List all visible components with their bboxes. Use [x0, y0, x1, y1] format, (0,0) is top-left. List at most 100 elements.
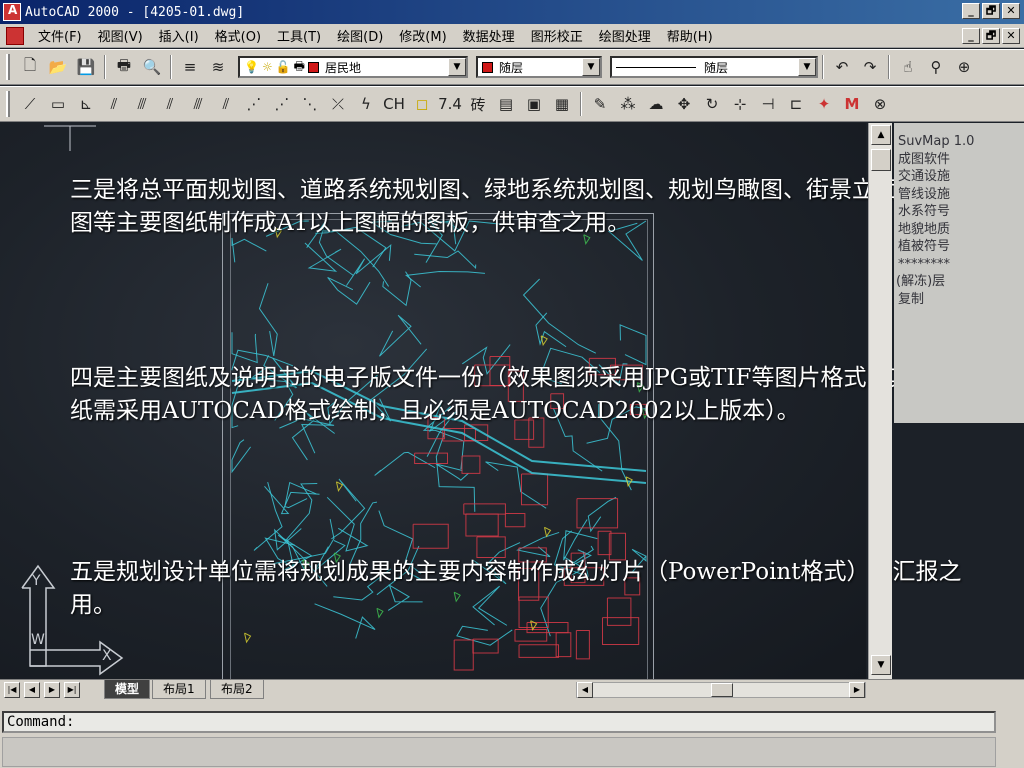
layer-combo[interactable]: 💡 ☼ 🔓 🖶 居民地 ▼	[238, 56, 468, 78]
redo-icon[interactable]: ↷	[858, 55, 882, 79]
panel-item[interactable]: SuvMap 1.0	[898, 133, 1024, 151]
chevron-down-icon[interactable]: ▼	[582, 58, 600, 76]
menu-format[interactable]: 格式(O)	[207, 26, 269, 45]
menu-insert[interactable]: 插入(I)	[151, 26, 207, 45]
cloud-icon[interactable]: ☁	[644, 92, 668, 116]
menu-data-processing[interactable]: 数据处理	[455, 26, 523, 45]
tab-layout1[interactable]: 布局1	[152, 680, 206, 699]
shape-icon[interactable]: ⊾	[74, 92, 98, 116]
close-button[interactable]: ✕	[1002, 3, 1020, 19]
linetype-value: 随层	[704, 60, 729, 75]
ch-label-icon[interactable]: CH	[382, 92, 406, 116]
new-file-icon[interactable]: 🗋	[18, 55, 42, 79]
print-icon[interactable]: 🖶	[112, 55, 136, 79]
elevation-icon[interactable]: 7.4	[438, 92, 462, 116]
horizontal-scrollbar[interactable]: ◀ ▶	[576, 682, 866, 698]
panel-item[interactable]: 管线设施	[898, 186, 1024, 204]
grid-icon[interactable]: ▦	[550, 92, 574, 116]
paragraph-five: 五是规划设计单位需将规划成果的主要内容制作成幻灯片（PowerPoint格式）供…	[70, 559, 962, 618]
vertical-scrollbar[interactable]: ▲ ▼	[868, 123, 892, 679]
text-block-icon[interactable]: ▤	[494, 92, 518, 116]
hatch-line-icon[interactable]: ⫽	[102, 92, 126, 116]
pan-realtime-icon[interactable]: ☝	[896, 55, 920, 79]
explode-icon[interactable]: ✦	[812, 92, 836, 116]
autocad-app-icon[interactable]	[3, 3, 21, 21]
restore-button[interactable]: 🗗	[982, 3, 1000, 19]
panel-item[interactable]: 地貌地质	[898, 221, 1024, 239]
brick-icon[interactable]: 砖	[466, 92, 490, 116]
doc-minimize-button[interactable]: _	[962, 28, 980, 44]
toolbar-separator	[170, 55, 172, 79]
dashed-slope-icon[interactable]: ⫽	[158, 92, 182, 116]
panel-item[interactable]: 交通设施	[898, 168, 1024, 186]
menu-help[interactable]: 帮助(H)	[659, 26, 721, 45]
chevron-down-icon[interactable]: ▼	[798, 58, 816, 76]
fence-line-icon[interactable]: ⫻	[186, 92, 210, 116]
move-icon[interactable]: ✥	[672, 92, 696, 116]
menu-drawing-processing[interactable]: 绘图处理	[591, 26, 659, 45]
properties-icon[interactable]: ⊗	[868, 92, 892, 116]
tab-layout2[interactable]: 布局2	[210, 680, 264, 699]
trim-icon[interactable]: ⊹	[728, 92, 752, 116]
ucs-x-label: X	[102, 648, 112, 664]
color-combo[interactable]: 随层 ▼	[476, 56, 602, 78]
panel-item[interactable]: 植被符号	[898, 238, 1024, 256]
polyline-icon[interactable]: ⟋	[18, 92, 42, 116]
menu-modify[interactable]: 修改(M)	[391, 26, 454, 45]
cross-line-icon[interactable]: ⤫	[326, 92, 350, 116]
undo-icon[interactable]: ↶	[830, 55, 854, 79]
panel-item[interactable]: 成图软件	[898, 151, 1024, 169]
menu-tools[interactable]: 工具(T)	[269, 26, 329, 45]
toolbar-grip[interactable]	[6, 54, 10, 80]
prev-tab-button[interactable]: ◀	[24, 682, 40, 698]
dotted-line-icon[interactable]: ⋰	[242, 92, 266, 116]
vertical-scroll-thumb[interactable]	[871, 149, 891, 171]
last-tab-button[interactable]: ▶|	[64, 682, 80, 698]
layer-previous-icon[interactable]: ≋	[206, 55, 230, 79]
panel-item[interactable]: 复制	[898, 291, 1024, 309]
document-icon[interactable]	[6, 26, 24, 45]
linetype-combo[interactable]: 随层 ▼	[610, 56, 818, 78]
mirror-icon[interactable]: M	[840, 92, 864, 116]
minimize-button[interactable]: _	[962, 3, 980, 19]
wall-line-icon[interactable]: ⫽	[214, 92, 238, 116]
first-tab-button[interactable]: |◀	[4, 682, 20, 698]
scroll-up-button[interactable]: ▲	[871, 125, 891, 145]
slope-line-icon[interactable]: ⫻	[130, 92, 154, 116]
menu-draw[interactable]: 绘图(D)	[329, 26, 391, 45]
extend-icon[interactable]: ⊣	[756, 92, 780, 116]
print-preview-icon[interactable]: 🔍	[140, 55, 164, 79]
dotted-line2-icon[interactable]: ⋰	[270, 92, 294, 116]
menu-view[interactable]: 视图(V)	[90, 26, 151, 45]
lightning-line-icon[interactable]: ϟ	[354, 92, 378, 116]
toolbar-grip[interactable]	[6, 91, 10, 117]
cluster-icon[interactable]: ⁂	[616, 92, 640, 116]
horizontal-scroll-thumb[interactable]	[711, 683, 733, 697]
frame-icon[interactable]: ▣	[522, 92, 546, 116]
panel-item[interactable]: ********	[898, 256, 1024, 274]
menu-file[interactable]: 文件(F)	[30, 26, 90, 45]
next-tab-button[interactable]: ▶	[44, 682, 60, 698]
zoom-realtime-icon[interactable]: ⚲	[924, 55, 948, 79]
panel-item[interactable]: 水系符号	[898, 203, 1024, 221]
tab-model[interactable]: 模型	[104, 680, 151, 699]
scroll-left-button[interactable]: ◀	[577, 682, 593, 698]
rotate-icon[interactable]: ↻	[700, 92, 724, 116]
scroll-down-button[interactable]: ▼	[871, 655, 891, 675]
doc-close-button[interactable]: ✕	[1002, 28, 1020, 44]
save-icon[interactable]: 💾	[74, 55, 98, 79]
break-icon[interactable]: ⊏	[784, 92, 808, 116]
points-icon[interactable]: ⋱	[298, 92, 322, 116]
menu-graphic-correction[interactable]: 图形校正	[523, 26, 591, 45]
box-icon[interactable]: ◻	[410, 92, 434, 116]
zoom-window-icon[interactable]: ⊕	[952, 55, 976, 79]
command-line[interactable]: Command:	[2, 711, 996, 733]
chevron-down-icon[interactable]: ▼	[448, 58, 466, 76]
edit-pen-icon[interactable]: ✎	[588, 92, 612, 116]
scroll-right-button[interactable]: ▶	[849, 682, 865, 698]
open-folder-icon[interactable]: 📂	[46, 55, 70, 79]
layer-manager-icon[interactable]: ≡	[178, 55, 202, 79]
panel-item[interactable]: (解冻)层	[896, 273, 1024, 291]
rectangle-icon[interactable]: ▭	[46, 92, 70, 116]
doc-restore-button[interactable]: 🗗	[982, 28, 1000, 44]
